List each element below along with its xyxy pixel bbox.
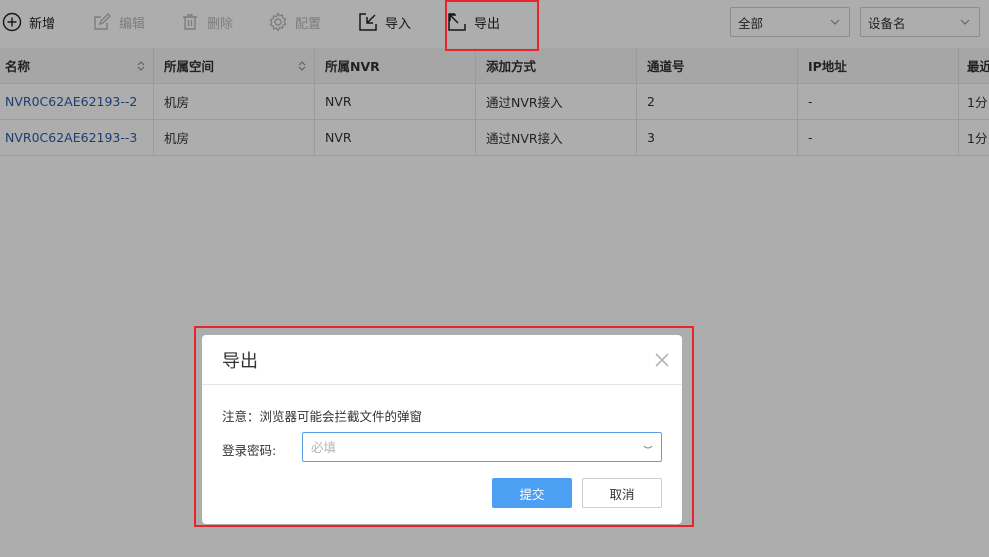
export-button-highlight [445,0,539,51]
dialog-header: 导出 [202,335,682,385]
dialog-notice: 注意：浏览器可能会拦截文件的弹窗 [222,409,423,424]
close-icon[interactable] [654,352,670,368]
password-input[interactable] [311,439,631,455]
password-label: 登录密码: [222,443,277,458]
export-dialog: 导出 注意：浏览器可能会拦截文件的弹窗 登录密码: 提交 取消 [202,335,682,524]
dialog-title: 导出 [222,350,258,372]
reveal-password-icon[interactable] [643,442,653,452]
password-field[interactable] [302,432,662,462]
cancel-button[interactable]: 取消 [582,478,662,508]
submit-button[interactable]: 提交 [492,478,572,508]
